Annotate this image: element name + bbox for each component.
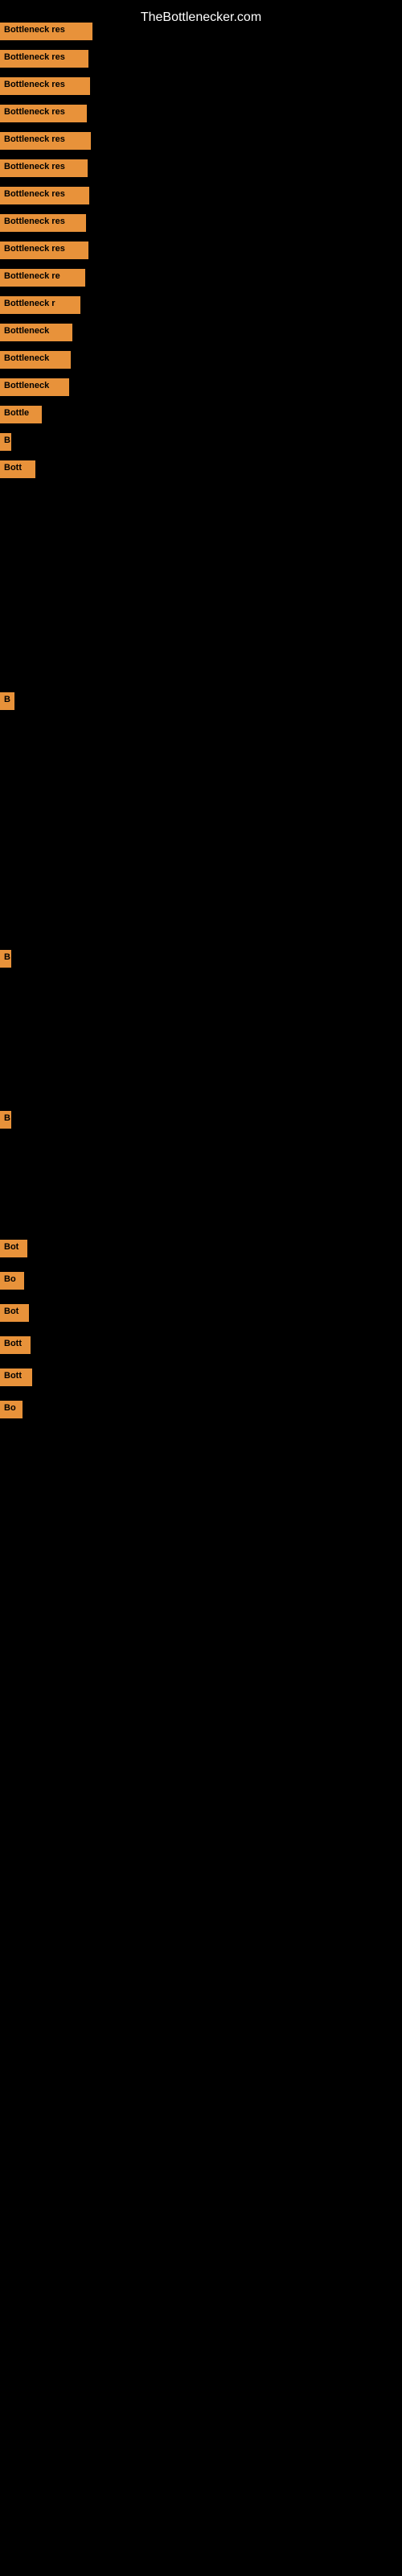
- bottleneck-item-13[interactable]: Bottleneck: [0, 378, 69, 396]
- bottleneck-item-15[interactable]: B: [0, 433, 11, 451]
- bottleneck-item-4[interactable]: Bottleneck res: [0, 132, 91, 150]
- bottleneck-item-21[interactable]: Bo: [0, 1272, 24, 1290]
- bottleneck-item-0[interactable]: Bottleneck res: [0, 23, 92, 40]
- bottleneck-item-5[interactable]: Bottleneck res: [0, 159, 88, 177]
- bottleneck-item-19[interactable]: B: [0, 1111, 11, 1129]
- bottleneck-item-24[interactable]: Bott: [0, 1368, 32, 1386]
- bottleneck-item-20[interactable]: Bot: [0, 1240, 27, 1257]
- bottleneck-item-23[interactable]: Bott: [0, 1336, 31, 1354]
- bottleneck-item-8[interactable]: Bottleneck res: [0, 242, 88, 259]
- bottleneck-item-11[interactable]: Bottleneck: [0, 324, 72, 341]
- bottleneck-item-1[interactable]: Bottleneck res: [0, 50, 88, 68]
- bottleneck-item-12[interactable]: Bottleneck: [0, 351, 71, 369]
- bottleneck-item-17[interactable]: B: [0, 692, 14, 710]
- bottleneck-item-16[interactable]: Bott: [0, 460, 35, 478]
- bottleneck-item-18[interactable]: B: [0, 950, 11, 968]
- bottleneck-item-9[interactable]: Bottleneck re: [0, 269, 85, 287]
- bottleneck-item-2[interactable]: Bottleneck res: [0, 77, 90, 95]
- bottleneck-item-7[interactable]: Bottleneck res: [0, 214, 86, 232]
- bottleneck-item-3[interactable]: Bottleneck res: [0, 105, 87, 122]
- bottleneck-item-25[interactable]: Bo: [0, 1401, 23, 1418]
- bottleneck-item-6[interactable]: Bottleneck res: [0, 187, 89, 204]
- bottleneck-item-10[interactable]: Bottleneck r: [0, 296, 80, 314]
- bottleneck-item-14[interactable]: Bottle: [0, 406, 42, 423]
- bottleneck-item-22[interactable]: Bot: [0, 1304, 29, 1322]
